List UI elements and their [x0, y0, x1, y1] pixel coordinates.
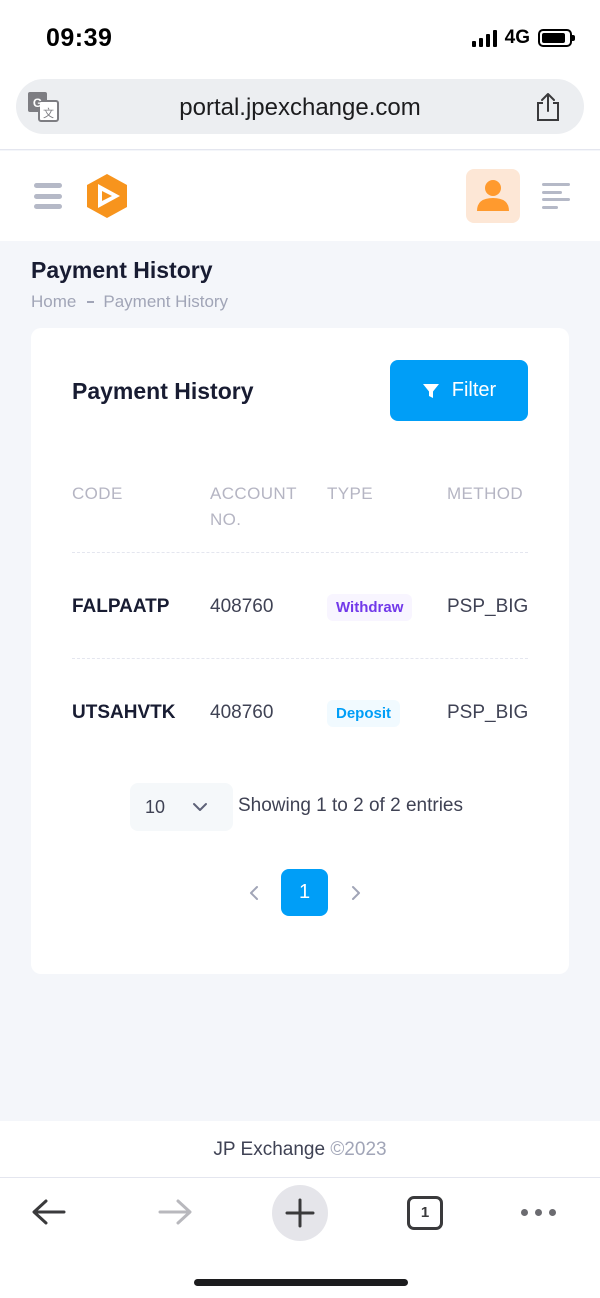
cell-code: UTSAHVTK [72, 702, 176, 723]
column-header-type: TYPE [327, 484, 374, 503]
breadcrumb-separator [87, 301, 95, 303]
back-arrow-icon[interactable] [30, 1197, 68, 1227]
card-title: Payment History [72, 378, 254, 404]
type-badge-withdraw: Withdraw [327, 594, 413, 621]
payment-history-card: Payment History Filter CODE ACCOUNT NO. … [31, 328, 569, 974]
plus-icon [285, 1198, 315, 1228]
filter-label: Filter [451, 379, 497, 401]
menu-icon[interactable] [542, 183, 570, 209]
new-tab-button[interactable] [272, 1185, 328, 1241]
table-divider [72, 658, 528, 659]
cell-method: PSP_BIG [447, 702, 529, 723]
address-bar[interactable]: G 文 portal.jpexchange.com [16, 79, 584, 134]
home-indicator [194, 1279, 408, 1286]
column-header-account-no: ACCOUNT NO. [210, 484, 297, 529]
per-page-select[interactable]: 10 [130, 783, 233, 831]
status-bar: 09:39 4G [0, 0, 600, 74]
type-badge-deposit: Deposit [327, 700, 401, 727]
filter-icon [422, 383, 439, 398]
column-header-method: METHOD [447, 484, 524, 503]
browser-address-area: G 文 portal.jpexchange.com [0, 74, 600, 150]
status-indicators: 4G [471, 27, 575, 49]
entries-info: Showing 1 to 2 of 2 entries [238, 795, 463, 816]
network-type: 4G [504, 27, 530, 48]
chevron-down-icon [193, 803, 207, 811]
tabs-button[interactable]: 1 [407, 1196, 443, 1230]
share-icon[interactable] [534, 92, 562, 122]
breadcrumb: Home Payment History [31, 292, 228, 312]
footer: JP Exchange ©2023 [0, 1121, 600, 1177]
footer-copyright: ©2023 [330, 1139, 387, 1160]
battery-level [542, 33, 566, 43]
more-icon[interactable] [521, 1209, 556, 1216]
pagination-page-1[interactable]: 1 [281, 869, 328, 916]
table-divider [72, 552, 528, 553]
browser-toolbar: 1 [0, 1177, 600, 1298]
url-text: portal.jpexchange.com [179, 94, 421, 121]
breadcrumb-current: Payment History [103, 292, 229, 311]
cell-code: FALPAATP [72, 596, 170, 617]
page-title: Payment History [31, 257, 213, 283]
chevron-right-icon[interactable] [347, 884, 365, 902]
app-logo[interactable] [84, 173, 130, 219]
cell-account-no: 408760 [210, 596, 274, 617]
user-avatar-icon [477, 180, 509, 211]
cell-method: PSP_BIG [447, 596, 529, 617]
status-time: 09:39 [46, 24, 113, 52]
battery-icon [538, 29, 575, 47]
user-avatar[interactable] [466, 169, 520, 223]
hamburger-icon[interactable] [34, 183, 62, 209]
forward-arrow-icon[interactable] [156, 1197, 194, 1227]
per-page-value: 10 [145, 797, 166, 817]
footer-brand[interactable]: JP Exchange [213, 1139, 325, 1160]
app-header [0, 151, 600, 241]
chevron-left-icon[interactable] [245, 884, 263, 902]
column-header-code: CODE [72, 484, 123, 503]
cell-account-no: 408760 [210, 702, 274, 723]
filter-button[interactable]: Filter [390, 360, 528, 421]
signal-icon [471, 29, 497, 47]
breadcrumb-home[interactable]: Home [31, 292, 76, 312]
